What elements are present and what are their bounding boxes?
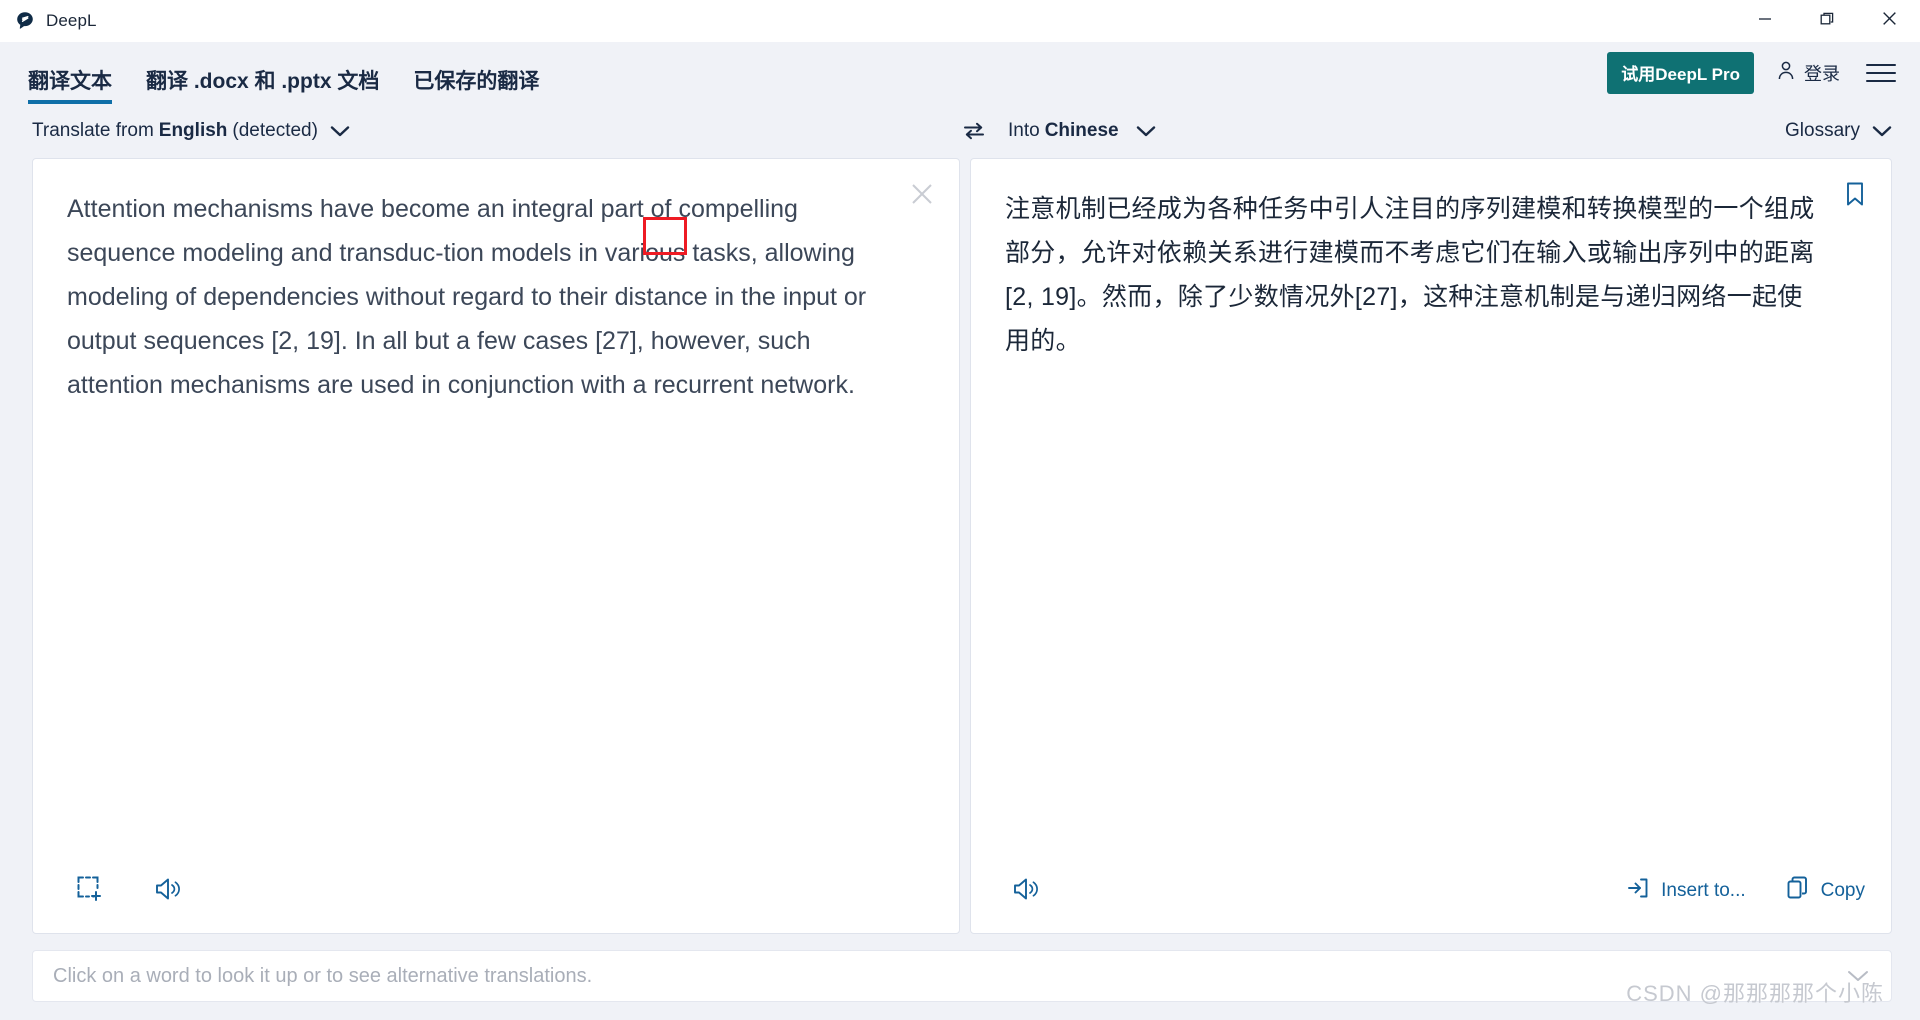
target-language-selector[interactable]: Into Chinese [1008,120,1156,142]
target-text-area[interactable]: 注意机制已经成为各种任务中引人注目的序列建模和转换模型的一个组成部分，允许对依赖… [971,159,1891,849]
hamburger-line [1866,64,1896,66]
minimize-icon [1757,11,1773,32]
bookmark-icon [1844,181,1866,212]
hamburger-line [1866,80,1896,82]
window-titlebar: DeepL [0,0,1920,42]
tab-translate-documents[interactable]: 翻译 .docx 和 .pptx 文档 [146,71,379,104]
tab-saved-translations[interactable]: 已保存的翻译 [413,71,539,104]
dictionary-hint-text: Click on a word to look it up or to see … [53,964,593,987]
window-title: DeepL [46,11,97,30]
source-language-selector[interactable]: Translate from English (detected) [32,120,962,142]
source-speaker-button[interactable] [147,869,191,913]
swap-languages-icon[interactable] [962,121,986,141]
target-speaker-button[interactable] [1005,869,1049,913]
copy-button[interactable]: Copy [1786,876,1865,906]
clear-source-button[interactable] [907,181,937,211]
nav-tabs: 翻译文本 翻译 .docx 和 .pptx 文档 已保存的翻译 [28,71,573,104]
tab-translate-text[interactable]: 翻译文本 [28,71,112,104]
chevron-down-icon[interactable] [1847,969,1869,983]
insert-to-label: Insert to... [1661,880,1746,901]
chevron-down-icon [1136,125,1156,138]
translation-panels: Attention mechanisms have become an inte… [0,158,1920,934]
source-panel-toolbar [33,849,959,933]
target-panel-toolbar: Insert to... Copy [971,849,1891,933]
source-text-panel: Attention mechanisms have become an inte… [32,158,960,934]
target-text-content: 注意机制已经成为各种任务中引人注目的序列建模和转换模型的一个组成部分，允许对依赖… [1005,195,1815,355]
restore-icon [1819,11,1835,32]
glossary-label: Glossary [1785,120,1860,141]
login-button[interactable]: 登录 [1776,60,1840,86]
dictionary-bar-container: Click on a word to look it up or to see … [0,934,1920,1020]
dictionary-bar[interactable]: Click on a word to look it up or to see … [32,950,1892,1002]
speaker-icon [1012,875,1042,908]
screenshot-capture-icon [76,875,103,907]
source-text-area[interactable]: Attention mechanisms have become an inte… [33,159,959,849]
source-language-name: English [158,120,228,141]
person-icon [1776,60,1796,86]
glossary-selector[interactable]: Glossary [1785,120,1892,142]
target-language-prefix: Into [1008,120,1040,141]
deepl-logo-icon [14,10,36,32]
close-button[interactable] [1858,0,1920,42]
target-language-name: Chinese [1044,120,1119,141]
navbar-actions: 试用DeepL Pro 登录 [1607,52,1896,104]
language-selection-bar: Translate from English (detected) Into C… [0,104,1920,158]
screenshot-capture-button[interactable] [67,869,111,913]
source-language-detected-note: (detected) [232,120,318,141]
close-icon [1881,10,1898,32]
hamburger-line [1866,72,1896,74]
chevron-down-icon [330,125,350,138]
login-label: 登录 [1804,64,1840,84]
speaker-icon [154,875,184,908]
save-translation-button[interactable] [1841,181,1869,211]
restore-button[interactable] [1796,0,1858,42]
insert-arrow-icon [1626,876,1650,906]
target-language-group: Into Chinese [962,120,1785,142]
chevron-down-icon [1872,125,1892,138]
copy-icon [1786,876,1810,906]
close-icon [909,181,935,212]
try-deepl-pro-button[interactable]: 试用DeepL Pro [1607,52,1754,94]
target-text-panel: 注意机制已经成为各种任务中引人注目的序列建模和转换模型的一个组成部分，允许对依赖… [970,158,1892,934]
source-text-content: Attention mechanisms have become an inte… [67,195,874,399]
main-navbar: 翻译文本 翻译 .docx 和 .pptx 文档 已保存的翻译 试用DeepL … [0,42,1920,104]
source-language-prefix: Translate from [32,120,154,141]
copy-label: Copy [1820,880,1865,901]
hamburger-menu-icon[interactable] [1866,60,1896,86]
minimize-button[interactable] [1734,0,1796,42]
deepl-app-window: DeepL 翻译文本 翻译 .docx 和 .pptx 文档 已保存的翻译 试用… [0,0,1920,1020]
insert-to-button[interactable]: Insert to... [1626,876,1746,906]
